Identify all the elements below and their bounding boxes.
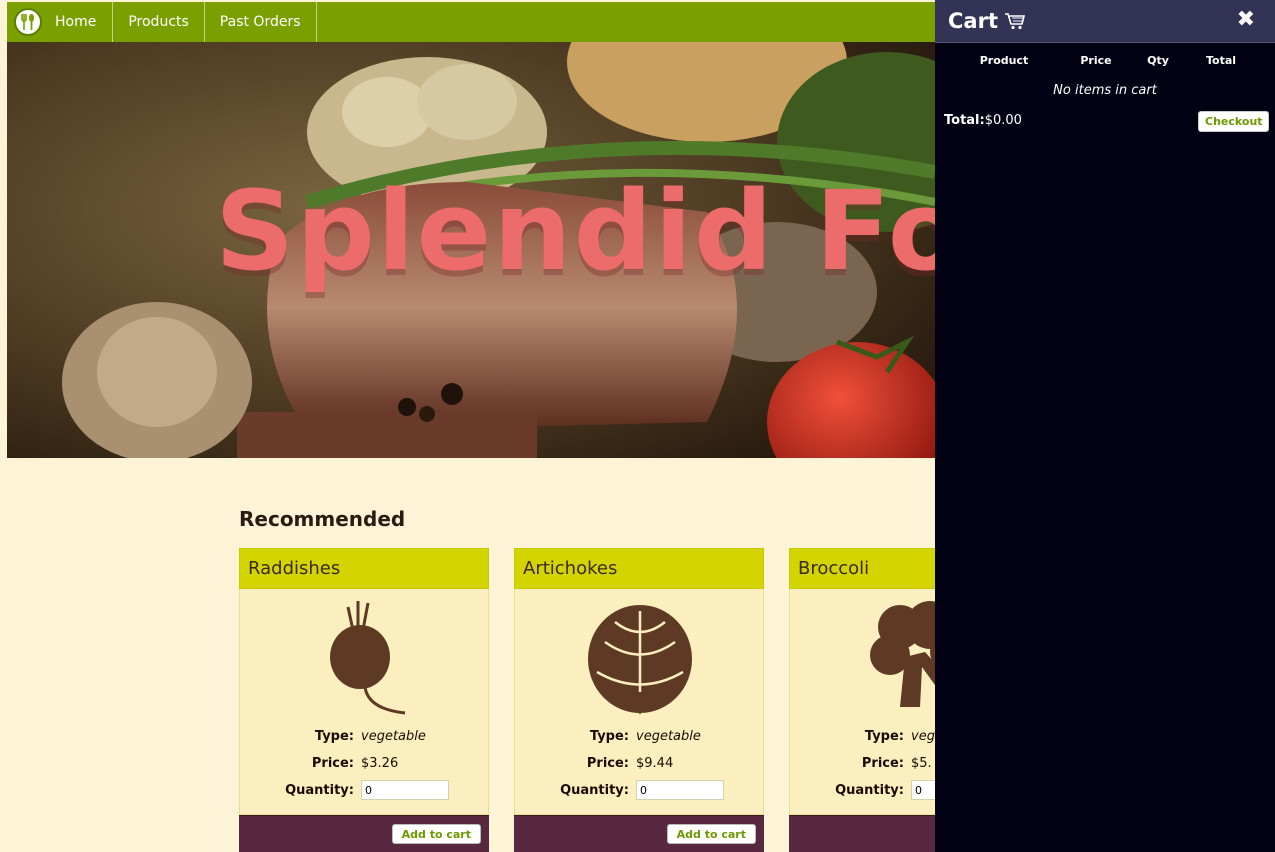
column-qty: Qty bbox=[1147, 54, 1169, 67]
card-footer: Add to cart bbox=[239, 815, 489, 852]
cart-title: Cart bbox=[948, 9, 998, 33]
hero-title: Splendid Food bbox=[215, 167, 935, 295]
empty-cart-message: No items in cart bbox=[1053, 83, 1157, 98]
top-navbar: Home Products Past Orders bbox=[7, 2, 935, 42]
total-value: $0.00 bbox=[984, 113, 1022, 128]
cart-total: Total:$0.00 bbox=[944, 113, 1022, 128]
nav-home[interactable]: Home bbox=[49, 2, 114, 42]
close-icon[interactable]: ✖ bbox=[1237, 9, 1255, 31]
add-to-cart-button[interactable]: Add to cart bbox=[666, 824, 756, 844]
quantity-input[interactable] bbox=[361, 780, 449, 800]
column-price: Price bbox=[1080, 54, 1112, 67]
product-card-raddishes: Raddishes Type: vegetable Price: $3.26 Q… bbox=[239, 548, 489, 852]
recommended-heading: Recommended bbox=[239, 507, 406, 531]
total-label: Total: bbox=[944, 113, 985, 128]
column-product: Product bbox=[979, 54, 1029, 67]
quantity-input[interactable] bbox=[636, 780, 724, 800]
product-body: Type: vegetable Price: $9.44 Quantity: bbox=[514, 589, 764, 815]
hero-banner: Splendid Food bbox=[7, 42, 935, 458]
radish-icon bbox=[330, 601, 406, 715]
card-footer: Add to cart bbox=[514, 815, 764, 852]
type-row: Type: vegetable bbox=[589, 729, 701, 744]
artichoke-icon bbox=[588, 605, 692, 715]
nav-past-orders[interactable]: Past Orders bbox=[205, 2, 317, 42]
fork-spoon-icon bbox=[14, 8, 42, 36]
type-row: Type: vegetable bbox=[314, 729, 426, 744]
cart-panel: Cart ✖ Product Price Qty Total No items … bbox=[935, 0, 1275, 852]
product-card-artichokes: Artichokes Type: vegetable Price: $9.44 … bbox=[514, 548, 764, 852]
quantity-row: Quantity: bbox=[515, 780, 765, 800]
product-name: Raddishes bbox=[239, 548, 489, 589]
add-to-cart-button[interactable]: Add to cart bbox=[391, 824, 481, 844]
quantity-row: Quantity: bbox=[240, 780, 490, 800]
checkout-button[interactable]: Checkout bbox=[1198, 111, 1269, 132]
column-total: Total bbox=[1205, 54, 1237, 67]
product-body: Type: vegetable Price: $3.26 Quantity: bbox=[239, 589, 489, 815]
price-row: Price: $9.44 bbox=[586, 756, 674, 771]
logo[interactable] bbox=[7, 2, 49, 42]
shopping-cart-icon bbox=[1004, 13, 1026, 30]
price-row: Price: $3.26 bbox=[311, 756, 399, 771]
nav-products[interactable]: Products bbox=[113, 2, 205, 42]
cart-table-header: Product Price Qty Total bbox=[935, 54, 1275, 68]
cart-header: Cart ✖ bbox=[935, 0, 1275, 43]
product-name: Artichokes bbox=[514, 548, 764, 589]
